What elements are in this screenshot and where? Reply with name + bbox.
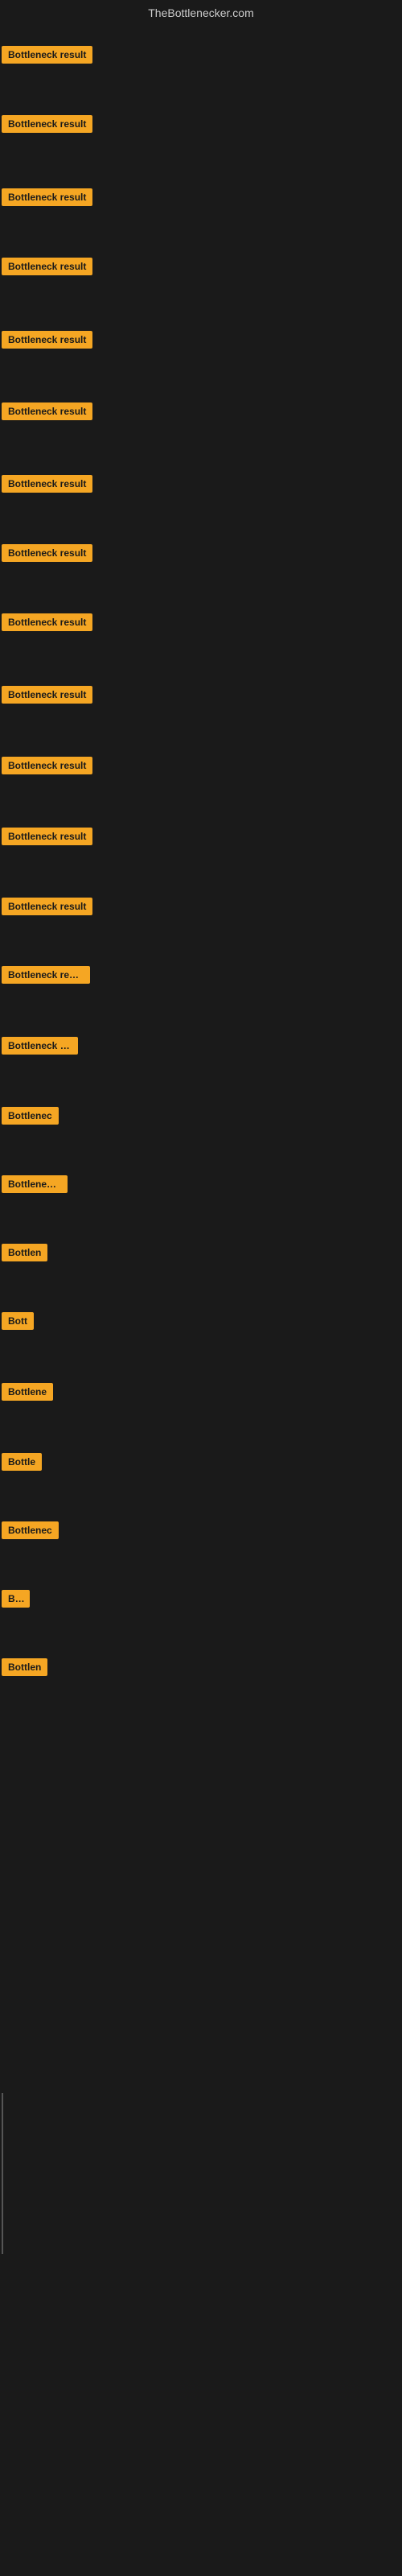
bottleneck-badge: Bottleneck result: [2, 258, 92, 275]
bottleneck-badge: Bottleneck result: [2, 898, 92, 915]
bottleneck-item[interactable]: Bottlene: [2, 1383, 53, 1405]
bottleneck-item[interactable]: Bot: [2, 1590, 30, 1612]
bottleneck-item[interactable]: Bottlenec: [2, 1521, 59, 1543]
bottleneck-badge: Bottleneck result: [2, 544, 92, 562]
bottleneck-badge: Bottleneck result: [2, 115, 92, 133]
bottleneck-item[interactable]: Bottleneck result: [2, 115, 92, 137]
bottleneck-item[interactable]: Bottleneck result: [2, 898, 92, 919]
bottleneck-item[interactable]: Bottlen: [2, 1658, 47, 1680]
bottleneck-badge: Bottleneck result: [2, 402, 92, 420]
bottleneck-item[interactable]: Bottleneck r: [2, 1175, 68, 1197]
bottleneck-item[interactable]: Bottleneck result: [2, 686, 92, 708]
bottleneck-item[interactable]: Bottleneck result: [2, 188, 92, 210]
bottleneck-badge: Bottleneck res: [2, 1037, 78, 1055]
bottleneck-badge: Bottleneck result: [2, 966, 90, 984]
bottleneck-item[interactable]: Bottlenec: [2, 1107, 59, 1129]
bottleneck-badge: Bottleneck result: [2, 46, 92, 64]
bottleneck-badge: Bottlenec: [2, 1521, 59, 1539]
bottleneck-badge: Bottleneck r: [2, 1175, 68, 1193]
bottleneck-item[interactable]: Bottleneck result: [2, 331, 92, 353]
bottleneck-badge: Bottle: [2, 1453, 42, 1471]
bottleneck-item[interactable]: Bottleneck result: [2, 475, 92, 497]
bottleneck-item[interactable]: Bottleneck result: [2, 258, 92, 279]
bottleneck-badge: Bottlenec: [2, 1107, 59, 1125]
bottleneck-badge: Bottleneck result: [2, 613, 92, 631]
bottleneck-badge: Bottlen: [2, 1244, 47, 1261]
bottleneck-badge: Bottlene: [2, 1383, 53, 1401]
site-title: TheBottlenecker.com: [0, 0, 402, 26]
bottleneck-item[interactable]: Bottleneck result: [2, 613, 92, 635]
bottleneck-item[interactable]: Bottleneck result: [2, 402, 92, 424]
bottleneck-badge: Bottleneck result: [2, 757, 92, 774]
items-container: [0, 26, 402, 30]
vertical-line: [2, 2093, 3, 2254]
bottleneck-badge: Bot: [2, 1590, 30, 1608]
bottleneck-item[interactable]: Bott: [2, 1312, 34, 1334]
bottleneck-badge: Bottlen: [2, 1658, 47, 1676]
bottleneck-badge: Bottleneck result: [2, 331, 92, 349]
bottleneck-badge: Bott: [2, 1312, 34, 1330]
bottleneck-item[interactable]: Bottleneck result: [2, 544, 92, 566]
bottleneck-item[interactable]: Bottleneck result: [2, 757, 92, 778]
bottleneck-badge: Bottleneck result: [2, 686, 92, 704]
bottleneck-badge: Bottleneck result: [2, 475, 92, 493]
bottleneck-item[interactable]: Bottleneck res: [2, 1037, 78, 1059]
bottleneck-badge: Bottleneck result: [2, 828, 92, 845]
bottleneck-item[interactable]: Bottleneck result: [2, 966, 90, 988]
bottleneck-item[interactable]: Bottleneck result: [2, 46, 92, 68]
bottleneck-badge: Bottleneck result: [2, 188, 92, 206]
bottleneck-item[interactable]: Bottlen: [2, 1244, 47, 1265]
bottleneck-item[interactable]: Bottleneck result: [2, 828, 92, 849]
page-wrapper: TheBottlenecker.com: [0, 0, 402, 30]
bottleneck-item[interactable]: Bottle: [2, 1453, 42, 1475]
